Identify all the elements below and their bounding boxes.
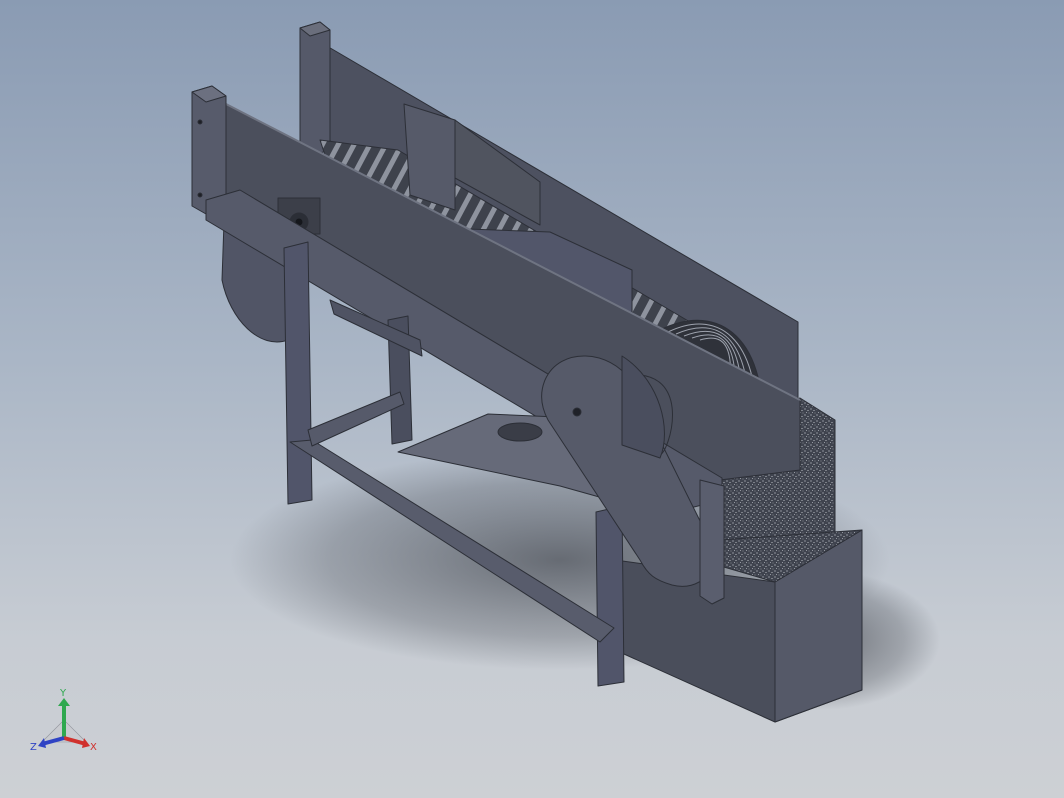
z-axis-label: Z — [30, 742, 37, 753]
y-axis-label: Y — [59, 688, 67, 699]
orientation-triad: Y X Z — [30, 688, 97, 753]
leg-front-right — [595, 505, 625, 687]
y-axis-head — [58, 698, 70, 706]
x-axis-label: X — [90, 742, 97, 753]
leg-front-left — [283, 241, 313, 505]
rear-corner-post — [299, 21, 331, 157]
right-end-post — [699, 479, 725, 605]
cad-model-viewport[interactable] — [0, 0, 1064, 798]
front-corner-post — [191, 85, 227, 215]
lower-rail-cross — [307, 391, 405, 447]
feed-hopper-plate — [403, 103, 456, 211]
